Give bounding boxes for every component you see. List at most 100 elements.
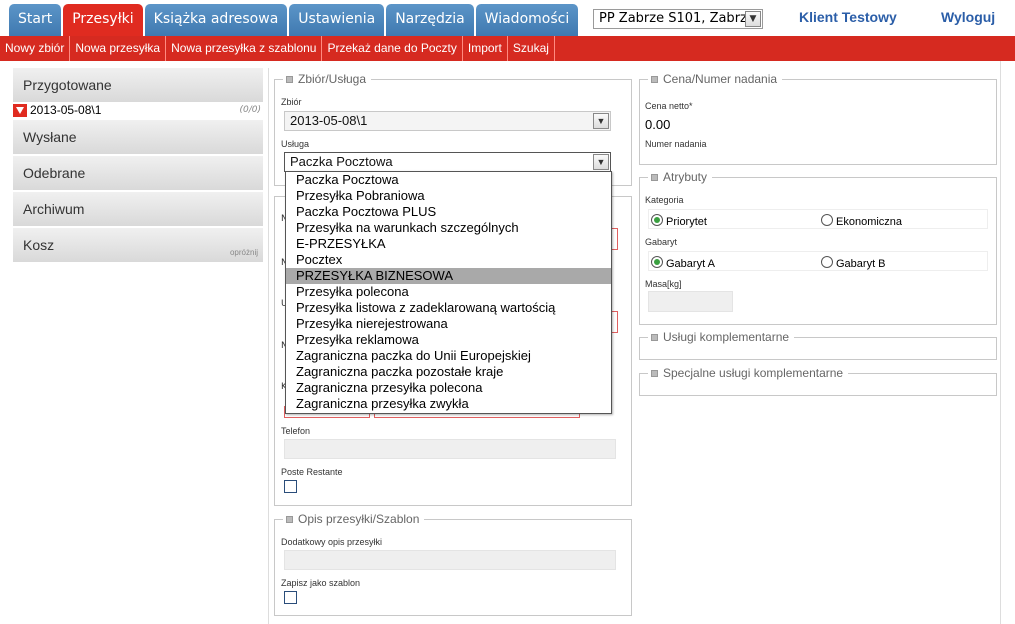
set-label: Zbiór: [281, 97, 302, 107]
location-select[interactable]: PP Zabrze S101, Zabrze ▼: [593, 9, 763, 29]
service-option[interactable]: Przesyłka nierejestrowana: [286, 316, 611, 332]
client-name[interactable]: Klient Testowy: [799, 9, 897, 25]
set-count: (0/0): [239, 105, 261, 115]
sidebar-item-label: Odebrane: [23, 165, 86, 181]
complementary-services-section: Usługi komplementarne: [639, 331, 997, 360]
category-label: Kategoria: [645, 195, 684, 205]
service-dropdown-list: Paczka Pocztowa Przesyłka Pobraniowa Pac…: [285, 171, 612, 414]
special-services-section: Specjalne usługi komplementarne: [639, 367, 997, 396]
subnav-search[interactable]: Szukaj: [508, 36, 555, 61]
collapse-icon[interactable]: [286, 516, 293, 523]
priority-radio[interactable]: [651, 214, 663, 226]
sidebar-item-label: Archiwum: [23, 201, 85, 217]
save-template-checkbox[interactable]: [284, 591, 297, 604]
phone-label: Telefon: [281, 426, 311, 436]
mass-label: Masa[kg]: [645, 279, 682, 289]
subnav-send-data[interactable]: Przekaż dane do Poczty: [322, 36, 463, 61]
service-option[interactable]: Przesyłka polecona: [286, 284, 611, 300]
chevron-down-icon: ▼: [593, 113, 609, 129]
service-option[interactable]: Zagraniczna paczka do Unii Europejskiej: [286, 348, 611, 364]
expand-icon[interactable]: [651, 334, 658, 341]
subnav-new-shipment[interactable]: Nowa przesyłka: [70, 36, 167, 61]
sidebar-item-label: Kosz: [23, 237, 55, 253]
tab-start[interactable]: Start: [9, 4, 62, 36]
expand-arrow-icon[interactable]: [13, 104, 27, 117]
divider: [268, 68, 269, 624]
service-option[interactable]: Zagraniczna przesyłka zwykła: [286, 396, 611, 412]
set-select-value: 2013-05-08\1: [290, 113, 368, 128]
size-b-radio[interactable]: [821, 256, 833, 268]
tab-ksiazka-adresowa[interactable]: Książka adresowa: [144, 4, 288, 36]
net-price-value: 0.00: [645, 117, 671, 132]
section-legend[interactable]: Usługi komplementarne: [648, 331, 795, 344]
section-legend: Zbiór/Usługa: [283, 73, 372, 86]
main-tabs: Start Przesyłki Książka adresowa Ustawie…: [9, 4, 580, 36]
mass-input[interactable]: [648, 291, 733, 312]
section-legend: Opis przesyłki/Szablon: [283, 513, 425, 526]
chevron-down-icon: ▼: [745, 11, 761, 27]
poste-restante-label: Poste Restante: [281, 467, 343, 477]
subnav-import[interactable]: Import: [463, 36, 508, 61]
sidebar-item-sent[interactable]: Wysłane: [13, 120, 263, 154]
phone-input[interactable]: [284, 439, 616, 459]
collapse-icon[interactable]: [651, 76, 658, 83]
service-option[interactable]: Przesyłka Pobraniowa: [286, 188, 611, 204]
collapse-icon[interactable]: [286, 76, 293, 83]
section-legend: Cena/Numer nadania: [648, 73, 783, 86]
service-option[interactable]: Przesyłka na warunkach szczególnych: [286, 220, 611, 236]
service-option[interactable]: Przesyłka reklamowa: [286, 332, 611, 348]
collapse-icon[interactable]: [651, 174, 658, 181]
poste-restante-checkbox[interactable]: [284, 480, 297, 493]
size-a-radio[interactable]: [651, 256, 663, 268]
economy-radio[interactable]: [821, 214, 833, 226]
service-option[interactable]: Zagraniczna paczka pozostałe kraje: [286, 364, 611, 380]
extra-description-label: Dodatkowy opis przesyłki: [281, 537, 383, 547]
service-select[interactable]: Paczka Pocztowa ▼: [284, 152, 611, 172]
service-select-value: Paczka Pocztowa: [290, 154, 393, 169]
price-section: Cena/Numer nadania: [639, 73, 997, 165]
sidebar-item-label: Wysłane: [23, 129, 77, 145]
sidebar-item-prepared[interactable]: Przygotowane: [13, 68, 263, 102]
tab-przesylki[interactable]: Przesyłki: [63, 4, 143, 36]
save-template-label: Zapisz jako szablon: [281, 578, 361, 588]
sidebar-item-label: Przygotowane: [23, 77, 112, 93]
subnav-new-from-template[interactable]: Nowa przesyłka z szablonu: [166, 36, 323, 61]
service-option-highlighted[interactable]: PRZESYŁKA BIZNESOWA: [286, 268, 611, 284]
sidebar-subitem-set[interactable]: 2013-05-08\1 (0/0): [13, 102, 263, 118]
service-option[interactable]: Pocztex: [286, 252, 611, 268]
sub-navigation: Nowy zbiór Nowa przesyłka Nowa przesyłka…: [0, 36, 1015, 61]
tracking-number-label: Numer nadania: [645, 139, 707, 149]
divider: [1000, 61, 1001, 624]
section-legend[interactable]: Specjalne usługi komplementarne: [648, 367, 849, 380]
service-option[interactable]: Paczka Pocztowa PLUS: [286, 204, 611, 220]
section-legend: Atrybuty: [648, 171, 713, 184]
sidebar-item-trash[interactable]: Kosz opróżnij: [13, 228, 263, 262]
service-option[interactable]: Przesyłka listowa z zadeklarowaną wartoś…: [286, 300, 611, 316]
service-option[interactable]: Paczka Pocztowa: [286, 172, 611, 188]
size-b-label: Gabaryt B: [836, 258, 886, 270]
priority-label: Priorytet: [666, 216, 707, 228]
chevron-down-icon: ▼: [593, 154, 609, 170]
top-bar: Start Przesyłki Książka adresowa Ustawie…: [0, 0, 1015, 36]
sidebar: Przygotowane 2013-05-08\1 (0/0) Wysłane …: [13, 68, 263, 264]
tab-wiadomosci[interactable]: Wiadomości: [475, 4, 579, 36]
set-select[interactable]: 2013-05-08\1 ▼: [284, 111, 611, 131]
location-select-value: PP Zabrze S101, Zabrze: [599, 11, 755, 26]
empty-trash-link[interactable]: opróżnij: [230, 248, 258, 258]
sidebar-item-archive[interactable]: Archiwum: [13, 192, 263, 226]
size-a-label: Gabaryt A: [666, 258, 715, 270]
service-option[interactable]: Zagraniczna przesyłka polecona: [286, 380, 611, 396]
expand-icon[interactable]: [651, 370, 658, 377]
size-label: Gabaryt: [645, 237, 678, 247]
subnav-new-set[interactable]: Nowy zbiór: [0, 36, 71, 61]
net-price-label: Cena netto*: [645, 101, 693, 111]
extra-description-input[interactable]: [284, 550, 616, 570]
sidebar-item-received[interactable]: Odebrane: [13, 156, 263, 190]
service-label: Usługa: [281, 139, 310, 149]
logout-link[interactable]: Wyloguj: [941, 9, 995, 25]
tab-ustawienia[interactable]: Ustawienia: [289, 4, 385, 36]
tab-narzedzia[interactable]: Narzędzia: [386, 4, 474, 36]
set-date: 2013-05-08\1: [30, 103, 102, 117]
service-option[interactable]: E-PRZESYŁKA: [286, 236, 611, 252]
economy-label: Ekonomiczna: [836, 216, 903, 228]
